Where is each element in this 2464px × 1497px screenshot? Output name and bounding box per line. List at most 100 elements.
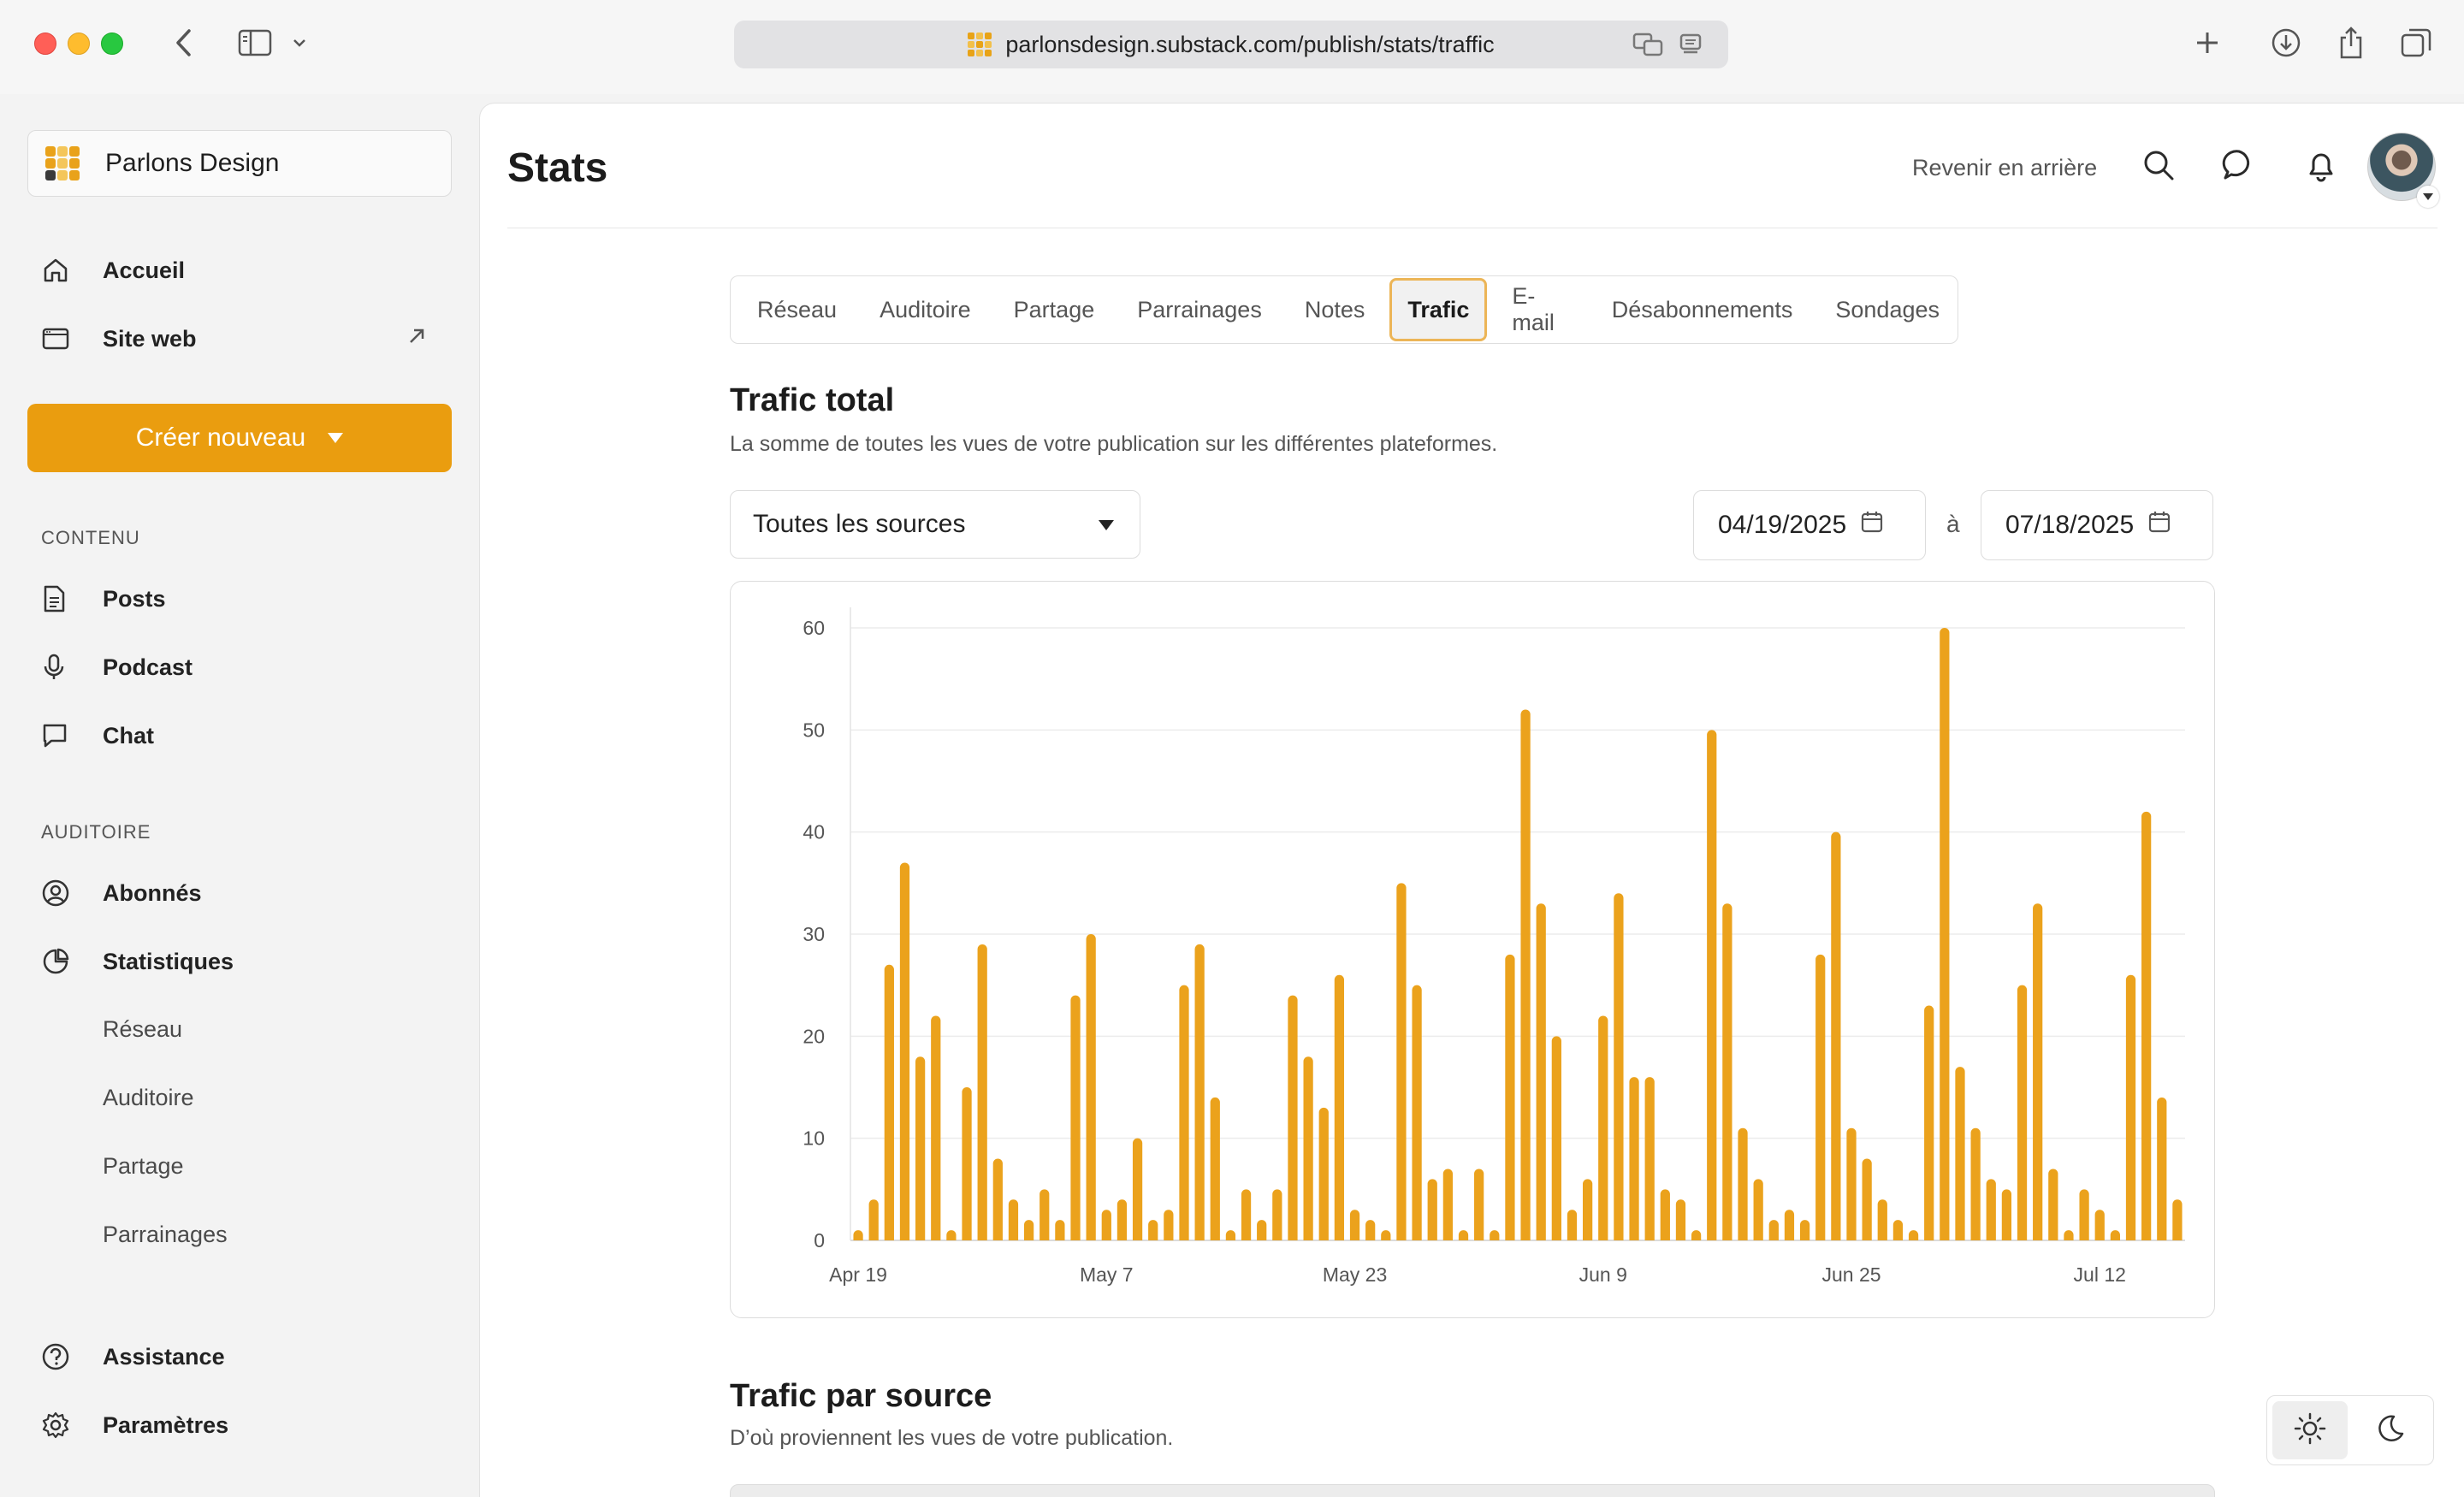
sidebar-item-assistance[interactable]: Assistance [41,1336,225,1377]
chart-bar [2141,811,2152,1240]
calendar-icon[interactable] [2147,510,2171,541]
source-select[interactable]: Toutes les sources [730,490,1140,559]
sidebar-item-label: Paramètres [103,1411,229,1438]
bell-icon[interactable] [2304,148,2338,186]
sidebar-item-podcast[interactable]: Podcast [41,647,192,688]
publication-switcher[interactable]: Parlons Design [27,130,452,197]
y-tick-label: 40 [803,821,825,843]
share-icon[interactable] [2334,24,2368,62]
x-tick-label: Jun 25 [1821,1263,1881,1286]
address-bar[interactable]: parlonsdesign.substack.com/publish/stats… [734,21,1728,68]
date-separator: à [1946,511,1960,537]
sidebar-item-abonnes[interactable]: Abonnés [41,873,202,914]
date-from-input[interactable]: 04/19/2025 [1693,490,1926,560]
chart-bar [2094,1210,2105,1240]
sidebar-item-label: Site web [103,325,197,352]
chart-bar [2110,1230,2120,1240]
chart-bar [2048,1169,2058,1240]
page-title: Stats [507,145,608,191]
tab-auditoire[interactable]: Auditoire [862,278,989,341]
traffic-by-source-card [730,1484,2215,1497]
traffic-by-source-title: Trafic par source [730,1378,992,1414]
url-text: parlonsdesign.substack.com/publish/stats… [1005,31,1495,57]
back-arrow-icon[interactable] [168,24,198,62]
chart-bar [1520,709,1531,1240]
chart-bar [915,1056,926,1240]
stats-tabs: Réseau Auditoire Partage Parrainages Not… [730,275,1958,344]
pie-chart-icon [41,947,82,976]
minimize-window-button[interactable] [68,33,90,55]
calendar-icon[interactable] [1860,510,1884,541]
zoom-window-button[interactable] [101,33,123,55]
chart-bar [1381,1230,1391,1240]
avatar-menu-caret-icon[interactable] [2417,186,2439,208]
chevron-down-icon[interactable] [291,24,308,62]
chart-bar [1288,995,1298,1240]
sidebar-item-label: Posts [103,585,166,612]
chart-bar [899,862,910,1240]
close-window-button[interactable] [34,33,56,55]
tab-parrainages[interactable]: Parrainages [1119,278,1280,341]
external-link-arrow-icon[interactable] [407,327,426,350]
chart-bar [2172,1199,2183,1240]
chart-bar [2017,985,2028,1240]
sidebar-item-label: Statistiques [103,948,234,974]
sidebar-item-chat[interactable]: Chat [41,715,154,756]
tab-sondages[interactable]: Sondages [1817,278,1958,341]
chart-bar [853,1230,863,1240]
chart-bar [1505,954,1515,1240]
sidebar-item-accueil[interactable]: Accueil [41,250,185,291]
chart-bar [1644,1077,1655,1240]
sidebar-item-label: Accueil [103,257,186,283]
theme-toggle [2266,1395,2434,1465]
chart-bar [2079,1189,2089,1240]
back-link[interactable]: Revenir en arrière [1912,155,2097,181]
chart-bar [1070,995,1081,1240]
light-mode-button[interactable] [2272,1401,2348,1459]
reader-mode-icon[interactable] [1679,33,1703,62]
chart-bar [1132,1138,1143,1240]
chart-bar [1614,893,1624,1240]
chart-bar [1862,1158,1872,1240]
chart-bar [1551,1036,1561,1240]
tab-overview-icon[interactable] [2399,24,2433,62]
chart-bar [1055,1220,1065,1240]
date-from-value: 04/19/2025 [1718,511,1847,539]
sidebar-item-parametres[interactable]: Paramètres [41,1405,228,1446]
create-new-button[interactable]: Créer nouveau [27,404,452,472]
sidebar-subitem-partage[interactable]: Partage [103,1153,184,1180]
sidebar-toggle-icon[interactable] [236,24,274,62]
section-title-content: CONTENU [41,527,140,548]
translate-icon[interactable] [1632,33,1663,62]
chart-bar [1598,1015,1608,1240]
downloads-icon[interactable] [2269,24,2303,62]
tab-notes[interactable]: Notes [1287,278,1383,341]
chart-bar [1955,1067,1965,1240]
chart-bar [1986,1179,1996,1240]
sidebar-subitem-auditoire[interactable]: Auditoire [103,1085,194,1111]
chart-bar [2001,1189,2012,1240]
chart-bar [868,1199,879,1240]
sidebar-item-posts[interactable]: Posts [41,578,166,619]
tab-desabonnements[interactable]: Désabonnements [1594,278,1811,341]
dark-mode-button[interactable] [2353,1401,2428,1459]
search-icon[interactable] [2141,148,2176,186]
chart-bar [1023,1220,1034,1240]
chart-bar [1412,985,1422,1240]
chart-bar [1164,1210,1174,1240]
new-tab-plus-icon[interactable] [2190,24,2224,62]
help-circle-icon [41,1342,82,1371]
date-to-input[interactable]: 07/18/2025 [1981,490,2213,560]
sidebar-subitem-parrainages[interactable]: Parrainages [103,1222,228,1248]
sidebar-item-site-web[interactable]: Site web [41,318,197,359]
tab-partage[interactable]: Partage [996,278,1113,341]
tab-trafic[interactable]: Trafic [1389,278,1488,341]
chat-icon[interactable] [2222,148,2256,186]
x-tick-label: Apr 19 [829,1263,887,1286]
sidebar-subitem-reseau[interactable]: Réseau [103,1016,182,1043]
tab-email[interactable]: E-mail [1494,278,1586,341]
sidebar-item-statistiques[interactable]: Statistiques [41,941,234,982]
tab-reseau[interactable]: Réseau [739,278,855,341]
chart-bar [1040,1189,1050,1240]
chart-bar [2064,1230,2074,1240]
